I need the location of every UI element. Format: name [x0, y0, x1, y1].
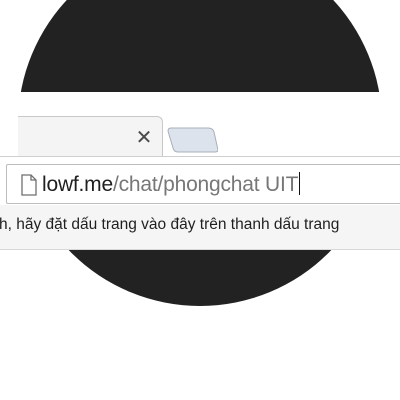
- url-domain: lowf.me: [42, 173, 113, 196]
- tab-close-button[interactable]: ✕: [130, 124, 158, 152]
- text-caret: [299, 172, 301, 195]
- new-tab-icon: [167, 127, 218, 153]
- new-tab-button[interactable]: [166, 125, 218, 153]
- page-icon: [21, 174, 37, 196]
- toolbar-divider: [0, 156, 400, 157]
- address-bar[interactable]: lowf.me/chat/phongchat UIT: [6, 164, 400, 204]
- tab-strip: ✕: [0, 92, 400, 156]
- close-icon: ✕: [135, 127, 153, 149]
- browser-window: ✕ lowf.me/chat/phongchat UIT h, hãy đặt …: [0, 92, 400, 250]
- url-path: /chat/phongchat UIT: [112, 173, 299, 196]
- screenshot-canvas: ✕ lowf.me/chat/phongchat UIT h, hãy đặt …: [0, 0, 400, 400]
- address-input[interactable]: lowf.me/chat/phongchat UIT: [42, 172, 301, 197]
- bookmark-bar-hint: h, hãy đặt dấu trang vào đây trên thanh …: [0, 216, 340, 233]
- bookmark-bar: h, hãy đặt dấu trang vào đây trên thanh …: [0, 205, 400, 250]
